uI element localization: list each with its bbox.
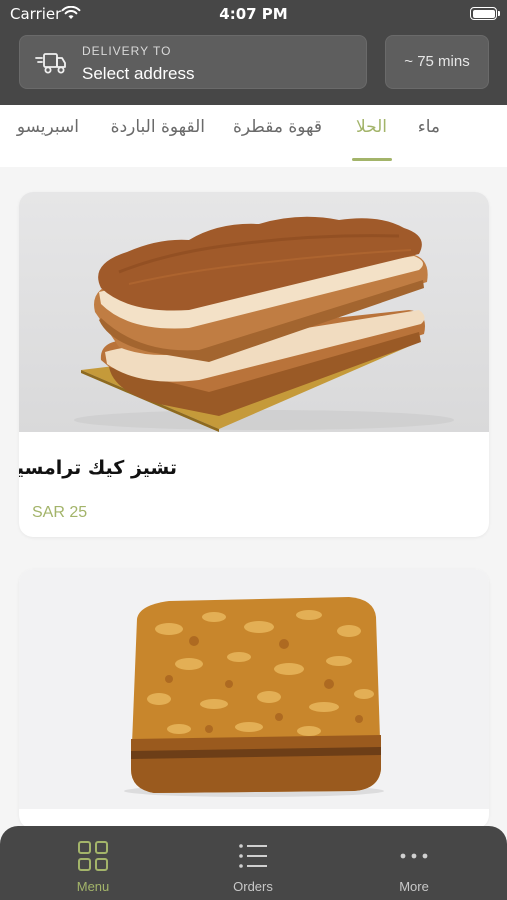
product-card[interactable]: [19, 569, 489, 829]
tab-cold-coffee[interactable]: القهوة الباردة: [111, 117, 205, 137]
tab-water[interactable]: ماء: [418, 117, 440, 137]
delivery-eta-button[interactable]: ~ 75 mins: [385, 35, 489, 89]
product-image-oat-bar: [19, 569, 489, 809]
selected-address: Select address: [82, 64, 195, 83]
product-image-tiramisu: [19, 192, 489, 432]
status-bar: Carrier 4:07 PM: [0, 0, 507, 28]
bottom-navigation: Menu Orders More: [0, 826, 507, 900]
tab-desserts[interactable]: الحلا: [356, 117, 387, 137]
product-name: تشيز كيك ترامسيو: [19, 457, 177, 479]
battery-icon: [470, 7, 500, 20]
app-header: Carrier 4:07 PM DELIVERY TO Select addre…: [0, 0, 507, 105]
nav-orders-label: Orders: [233, 879, 273, 894]
more-icon: [400, 853, 428, 859]
delivery-to-label: DELIVERY TO: [82, 44, 172, 58]
nav-more-label: More: [399, 879, 429, 894]
tab-drip-coffee[interactable]: قهوة مقطرة: [233, 117, 322, 137]
category-tabs: ماء الحلا قهوة مقطرة القهوة الباردة اسبر…: [0, 105, 507, 167]
delivery-address-selector[interactable]: DELIVERY TO Select address: [19, 35, 367, 89]
product-price: SAR 25: [32, 504, 88, 521]
status-time: 4:07 PM: [219, 5, 288, 23]
nav-menu-label: Menu: [76, 879, 110, 894]
delivery-truck-icon: [35, 53, 66, 74]
active-tab-indicator: [352, 158, 392, 161]
nav-orders[interactable]: Orders: [193, 826, 313, 900]
product-card[interactable]: تشيز كيك ترامسيو SAR 25: [19, 192, 489, 537]
list-icon: [239, 844, 267, 868]
grid-icon: [78, 841, 108, 871]
tab-espresso[interactable]: اسبريسو: [17, 117, 79, 137]
nav-more[interactable]: More: [354, 826, 474, 900]
nav-menu[interactable]: Menu: [33, 826, 153, 900]
